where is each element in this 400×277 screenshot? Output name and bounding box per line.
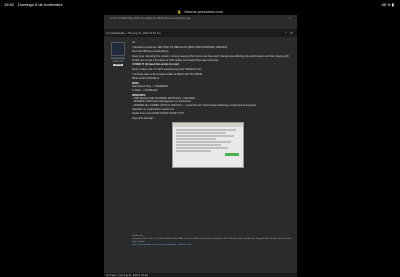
post-paragraph: Studio One runs GOOD GOOD GOOD !!!!!!!!! [132,111,184,115]
signature-link[interactable]: https://www.youtube.com/c/presonussoftwa… [132,244,292,247]
status-time: 15:52 [4,2,15,7]
attachment-image[interactable] [172,121,244,168]
battery-indicator: 65 % ▮ [381,2,394,7]
post-author-date[interactable]: by theidealcalls » Thu Aug 31, 2023 12:5… [106,32,161,35]
address-bar[interactable]: 🔒 forums.presonus.com [0,9,400,14]
forum-page: I'm on it! Native-Bug pitch, as quickly … [104,15,297,277]
quote-icon[interactable]: ❝ [285,31,287,35]
post-paragraph: Every time rebooting the system, running… [132,55,289,62]
post-paragraph: I currently have a 64 samples buffer at … [132,72,203,76]
post-paragraph: I decided to reset ALL SETTING TO DEFAUL… [132,45,228,49]
post-paragraph: Hope this will help ! [132,116,155,120]
previous-post-snippet: I'm on it! Native-Bug pitch, as quickly … [110,17,192,20]
avatar[interactable] [111,42,125,56]
ios-status-bar: 15:52 Domingo 5 de noviembre 65 % ▮ [0,0,400,8]
post-count: Posts: 46 [112,60,124,63]
post-paragraph: I FIXED IT (At least this works for me!) [132,63,179,67]
post-paragraph: C-State -> DISABLED [132,88,158,92]
status-date: Domingo 5 de noviembre [18,2,63,7]
next-post-author-date[interactable]: by Presb » Thu Aug 31, 2023 1:31 am [106,274,148,277]
post-number[interactable]: #8 [290,32,293,35]
url-text: forums.presonus.com [184,9,223,14]
post-paragraph: What works FOR ME is: [132,77,160,81]
post-paragraph: Since 3 days now, I'm NOT experiencing A… [132,67,203,71]
post-content: So I decided to reset ALL SETTING TO DEF… [132,41,292,170]
attachment-status-bar [225,152,239,156]
close-icon[interactable]: ✕ [288,16,291,20]
post-paragraph: And tried different combinations. [132,50,170,54]
post-paragraph: So [132,41,136,44]
status-badge: Offline [112,64,124,66]
post-header: by theidealcalls » Thu Aug 31, 2023 12:5… [104,29,297,37]
attachment-titlebar [173,122,243,127]
post-paragraph: - UNPARK ALL CORES (THIS IS THE KEY) - I… [132,103,256,107]
signature: Studio One Computer: Win 11 Pro / i7 970… [132,235,292,247]
user-profile: theidealcalls Posts: 46 Offline [108,42,128,66]
next-post-header: by Presb » Thu Aug 31, 2023 1:31 am [104,273,297,277]
lock-icon: 🔒 [177,10,182,14]
